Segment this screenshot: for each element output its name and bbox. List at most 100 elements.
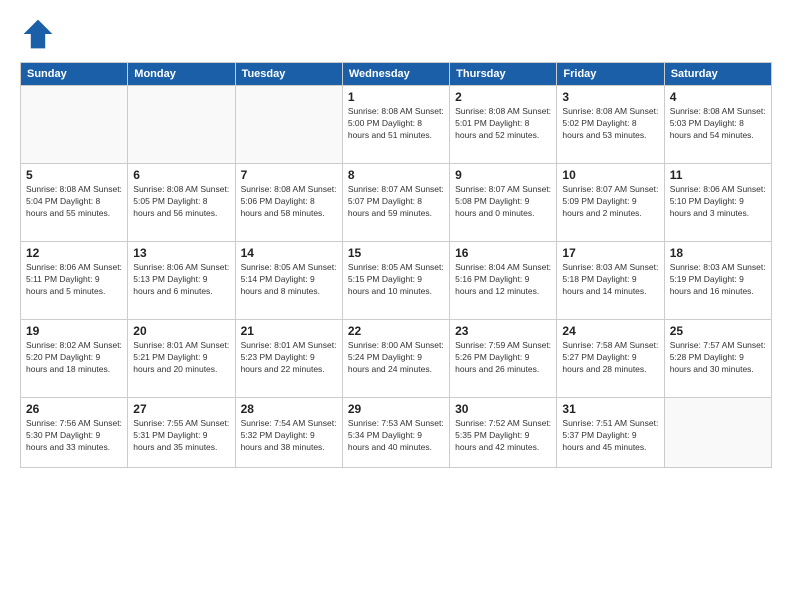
logo-icon <box>20 16 56 52</box>
day-number: 15 <box>348 246 444 260</box>
calendar-day: 21 Sunrise: 8:01 AM Sunset: 5:23 PM Dayli… <box>235 320 342 398</box>
day-number: 7 <box>241 168 337 182</box>
day-info: Sunrise: 8:06 AM Sunset: 5:11 PM Dayligh… <box>26 262 122 298</box>
day-number: 16 <box>455 246 551 260</box>
logo <box>20 16 62 52</box>
day-info: Sunrise: 8:08 AM Sunset: 5:01 PM Dayligh… <box>455 106 551 142</box>
day-number: 28 <box>241 402 337 416</box>
day-info: Sunrise: 7:56 AM Sunset: 5:30 PM Dayligh… <box>26 418 122 454</box>
day-info: Sunrise: 8:01 AM Sunset: 5:21 PM Dayligh… <box>133 340 229 376</box>
day-number: 30 <box>455 402 551 416</box>
calendar-day: 27 Sunrise: 7:55 AM Sunset: 5:31 PM Dayli… <box>128 398 235 468</box>
calendar-day: 29 Sunrise: 7:53 AM Sunset: 5:34 PM Dayli… <box>342 398 449 468</box>
day-number: 12 <box>26 246 122 260</box>
calendar-table: SundayMondayTuesdayWednesdayThursdayFrid… <box>20 62 772 468</box>
calendar-day: 8 Sunrise: 8:07 AM Sunset: 5:07 PM Daylig… <box>342 164 449 242</box>
day-info: Sunrise: 8:01 AM Sunset: 5:23 PM Dayligh… <box>241 340 337 376</box>
day-info: Sunrise: 8:03 AM Sunset: 5:18 PM Dayligh… <box>562 262 658 298</box>
day-info: Sunrise: 8:08 AM Sunset: 5:05 PM Dayligh… <box>133 184 229 220</box>
calendar-day: 30 Sunrise: 7:52 AM Sunset: 5:35 PM Dayli… <box>450 398 557 468</box>
day-info: Sunrise: 8:00 AM Sunset: 5:24 PM Dayligh… <box>348 340 444 376</box>
calendar-day: 19 Sunrise: 8:02 AM Sunset: 5:20 PM Dayli… <box>21 320 128 398</box>
empty-day <box>235 86 342 164</box>
day-info: Sunrise: 8:07 AM Sunset: 5:09 PM Dayligh… <box>562 184 658 220</box>
day-info: Sunrise: 7:54 AM Sunset: 5:32 PM Dayligh… <box>241 418 337 454</box>
day-info: Sunrise: 8:06 AM Sunset: 5:13 PM Dayligh… <box>133 262 229 298</box>
calendar-day: 2 Sunrise: 8:08 AM Sunset: 5:01 PM Daylig… <box>450 86 557 164</box>
day-number: 19 <box>26 324 122 338</box>
day-number: 26 <box>26 402 122 416</box>
calendar-day: 3 Sunrise: 8:08 AM Sunset: 5:02 PM Daylig… <box>557 86 664 164</box>
header <box>20 16 772 52</box>
calendar-day: 16Sunrise: 8:04 AM Sunset: 5:16 PM Dayli… <box>450 242 557 320</box>
day-number: 22 <box>348 324 444 338</box>
day-number: 10 <box>562 168 658 182</box>
calendar-header-row: SundayMondayTuesdayWednesdayThursdayFrid… <box>21 63 772 86</box>
day-number: 4 <box>670 90 766 104</box>
empty-day <box>21 86 128 164</box>
weekday-header: Saturday <box>664 63 771 86</box>
day-info: Sunrise: 8:08 AM Sunset: 5:02 PM Dayligh… <box>562 106 658 142</box>
calendar-day: 28 Sunrise: 7:54 AM Sunset: 5:32 PM Dayli… <box>235 398 342 468</box>
day-info: Sunrise: 8:08 AM Sunset: 5:00 PM Dayligh… <box>348 106 444 142</box>
weekday-header: Wednesday <box>342 63 449 86</box>
calendar-day: 26 Sunrise: 7:56 AM Sunset: 5:30 PM Dayli… <box>21 398 128 468</box>
day-info: Sunrise: 7:52 AM Sunset: 5:35 PM Dayligh… <box>455 418 551 454</box>
empty-day <box>128 86 235 164</box>
calendar-day: 25 Sunrise: 7:57 AM Sunset: 5:28 PM Dayli… <box>664 320 771 398</box>
weekday-header: Tuesday <box>235 63 342 86</box>
day-info: Sunrise: 7:51 AM Sunset: 5:37 PM Dayligh… <box>562 418 658 454</box>
day-number: 1 <box>348 90 444 104</box>
calendar-day: 20Sunrise: 8:01 AM Sunset: 5:21 PM Dayli… <box>128 320 235 398</box>
calendar-day: 12 Sunrise: 8:06 AM Sunset: 5:11 PM Dayli… <box>21 242 128 320</box>
day-info: Sunrise: 8:07 AM Sunset: 5:07 PM Dayligh… <box>348 184 444 220</box>
day-info: Sunrise: 7:58 AM Sunset: 5:27 PM Dayligh… <box>562 340 658 376</box>
day-info: Sunrise: 8:08 AM Sunset: 5:03 PM Dayligh… <box>670 106 766 142</box>
day-info: Sunrise: 8:02 AM Sunset: 5:20 PM Dayligh… <box>26 340 122 376</box>
day-number: 27 <box>133 402 229 416</box>
calendar-day: 24 Sunrise: 7:58 AM Sunset: 5:27 PM Dayli… <box>557 320 664 398</box>
calendar-day: 5 Sunrise: 8:08 AM Sunset: 5:04 PM Daylig… <box>21 164 128 242</box>
day-number: 9 <box>455 168 551 182</box>
day-number: 2 <box>455 90 551 104</box>
day-info: Sunrise: 8:05 AM Sunset: 5:15 PM Dayligh… <box>348 262 444 298</box>
day-info: Sunrise: 7:57 AM Sunset: 5:28 PM Dayligh… <box>670 340 766 376</box>
day-number: 17 <box>562 246 658 260</box>
calendar-day: 31 Sunrise: 7:51 AM Sunset: 5:37 PM Dayli… <box>557 398 664 468</box>
day-info: Sunrise: 7:55 AM Sunset: 5:31 PM Dayligh… <box>133 418 229 454</box>
day-number: 18 <box>670 246 766 260</box>
day-number: 14 <box>241 246 337 260</box>
page: SundayMondayTuesdayWednesdayThursdayFrid… <box>0 0 792 612</box>
day-info: Sunrise: 7:59 AM Sunset: 5:26 PM Dayligh… <box>455 340 551 376</box>
day-number: 5 <box>26 168 122 182</box>
calendar-day: 17 Sunrise: 8:03 AM Sunset: 5:18 PM Dayli… <box>557 242 664 320</box>
day-info: Sunrise: 8:03 AM Sunset: 5:19 PM Dayligh… <box>670 262 766 298</box>
day-number: 13 <box>133 246 229 260</box>
day-number: 25 <box>670 324 766 338</box>
day-number: 31 <box>562 402 658 416</box>
day-number: 21 <box>241 324 337 338</box>
weekday-header: Monday <box>128 63 235 86</box>
weekday-header: Friday <box>557 63 664 86</box>
day-info: Sunrise: 7:53 AM Sunset: 5:34 PM Dayligh… <box>348 418 444 454</box>
calendar-day: 1 Sunrise: 8:08 AM Sunset: 5:00 PM Daylig… <box>342 86 449 164</box>
day-number: 29 <box>348 402 444 416</box>
calendar-day: 14Sunrise: 8:05 AM Sunset: 5:14 PM Dayli… <box>235 242 342 320</box>
day-number: 6 <box>133 168 229 182</box>
weekday-header: Sunday <box>21 63 128 86</box>
calendar-day: 4 Sunrise: 8:08 AM Sunset: 5:03 PM Daylig… <box>664 86 771 164</box>
calendar-day: 18 Sunrise: 8:03 AM Sunset: 5:19 PM Dayli… <box>664 242 771 320</box>
weekday-header: Thursday <box>450 63 557 86</box>
calendar-day: 15 Sunrise: 8:05 AM Sunset: 5:15 PM Dayli… <box>342 242 449 320</box>
day-info: Sunrise: 8:07 AM Sunset: 5:08 PM Dayligh… <box>455 184 551 220</box>
calendar-day: 13 Sunrise: 8:06 AM Sunset: 5:13 PM Dayli… <box>128 242 235 320</box>
calendar-day: 11Sunrise: 8:06 AM Sunset: 5:10 PM Dayli… <box>664 164 771 242</box>
day-info: Sunrise: 8:08 AM Sunset: 5:04 PM Dayligh… <box>26 184 122 220</box>
day-number: 24 <box>562 324 658 338</box>
calendar-day: 22 Sunrise: 8:00 AM Sunset: 5:24 PM Dayli… <box>342 320 449 398</box>
day-number: 8 <box>348 168 444 182</box>
day-info: Sunrise: 8:08 AM Sunset: 5:06 PM Dayligh… <box>241 184 337 220</box>
day-number: 3 <box>562 90 658 104</box>
day-info: Sunrise: 8:06 AM Sunset: 5:10 PM Dayligh… <box>670 184 766 220</box>
day-number: 23 <box>455 324 551 338</box>
